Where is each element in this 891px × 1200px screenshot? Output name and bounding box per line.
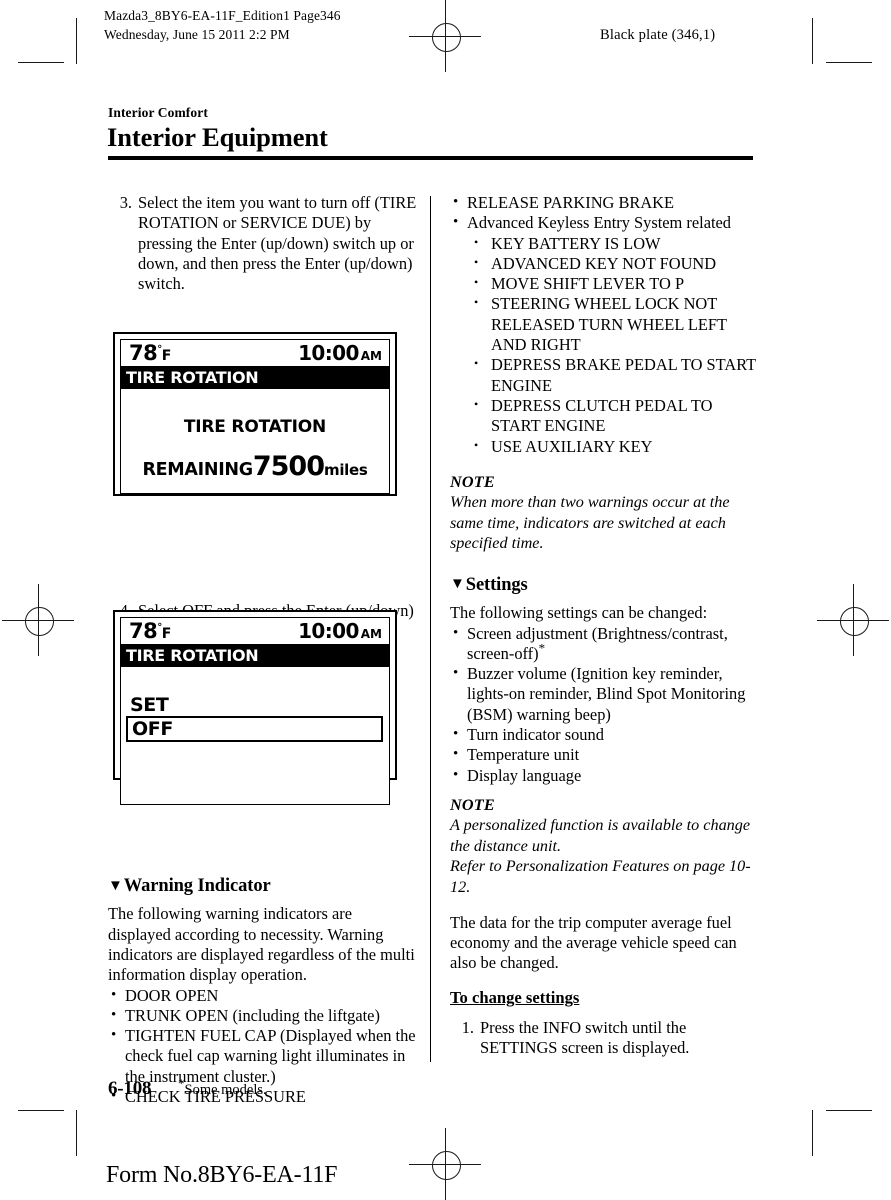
right-column: RELEASE PARKING BRAKE Advanced Keyless E…: [450, 192, 760, 1060]
mid-title-bar: TIRE ROTATION: [121, 645, 389, 667]
triangle-down-icon: ▼: [450, 576, 465, 593]
step-3-text: Select the item you want to turn off (TI…: [138, 193, 417, 294]
mid-temperature-value: 78: [129, 341, 158, 365]
mid-screen-frame: 78°F 10:00 AM TIRE ROTATION SET OFF: [120, 617, 390, 805]
page-number: 6-108: [108, 1078, 152, 1099]
running-head-right: Black plate (346,1): [600, 27, 716, 43]
chapter-kicker: Interior Comfort: [108, 105, 208, 120]
trim-mark: [18, 1110, 64, 1111]
note-2-body-line1: A personalized function is available to …: [450, 816, 751, 855]
triangle-down-icon: ▼: [108, 877, 123, 894]
manual-page: Mazda3_8BY6-EA-11F_Edition1 Page346 Wedn…: [0, 0, 891, 1200]
step-3: 3. Select the item you want to turn off …: [108, 193, 418, 294]
footnote: *Some models.: [178, 1077, 267, 1099]
mid-clock-time: 10:00: [298, 341, 359, 365]
mid-temperature-unit: F: [161, 626, 172, 642]
registration-mark-bottom-icon: [409, 1128, 481, 1200]
list-item: STEERING WHEEL LOCK NOT RELEASED TURN WH…: [471, 292, 760, 355]
list-item: MOVE SHIFT LEVER TO P: [471, 272, 760, 294]
mid-status-bar: 78°F 10:00 AM: [121, 618, 389, 645]
mid-temperature-unit: F: [161, 348, 172, 364]
mid-body: TIRE ROTATION REMAINING7500miles: [121, 389, 389, 493]
registration-mark-right-icon: [817, 584, 889, 656]
trim-mark: [812, 18, 813, 64]
list-item: TRUNK OPEN (including the liftgate): [108, 1005, 418, 1026]
column-divider: [430, 196, 431, 1062]
mid-temperature: 78°F: [129, 341, 171, 365]
mid-clock: 10:00 AM: [298, 619, 382, 643]
mid-remaining-unit: miles: [324, 461, 368, 479]
page-title: Interior Equipment: [107, 122, 328, 152]
mid-center-text: TIRE ROTATION: [183, 417, 327, 437]
footnote-text: Some models.: [184, 1082, 267, 1098]
mid-menu-item-set[interactable]: SET: [121, 694, 389, 716]
mid-temperature: 78°F: [129, 619, 171, 643]
list-item: TIGHTEN FUEL CAP (Displayed when the che…: [108, 1025, 418, 1087]
list-item: Temperature unit: [450, 744, 760, 765]
mid-remaining-row: REMAINING7500miles: [121, 437, 389, 482]
trim-mark: [18, 62, 64, 63]
trip-computer-paragraph: The data for the trip computer average f…: [450, 912, 737, 973]
registration-mark-top-icon: [409, 0, 481, 72]
mid-remaining-label: REMAINING: [142, 460, 253, 480]
asterisk-marker: *: [538, 640, 546, 656]
settings-intro: The following settings can be changed:: [450, 603, 708, 623]
list-item: Advanced Keyless Entry System related: [450, 212, 760, 233]
mid-status-bar: 78°F 10:00 AM: [121, 340, 389, 367]
step-3-number: 3.: [119, 193, 132, 212]
mid-menu-item-off-selected[interactable]: OFF: [126, 716, 383, 742]
mid-clock: 10:00 AM: [298, 341, 382, 365]
step-1-change-settings: 1. Press the INFO switch until the SETTI…: [450, 1018, 760, 1059]
list-item: DEPRESS CLUTCH PEDAL TO START ENGINE: [471, 394, 760, 437]
list-item: DEPRESS BRAKE PEDAL TO START ENGINE: [471, 353, 760, 396]
step-1-number: 1.: [461, 1017, 474, 1037]
mid-clock-ampm: AM: [360, 349, 382, 363]
list-item: Screen adjustment (Brightness/contrast, …: [450, 623, 760, 665]
warning-indicator-list-continued: RELEASE PARKING BRAKE Advanced Keyless E…: [450, 192, 760, 234]
settings-item-screen-adjustment: Screen adjustment (Brightness/contrast, …: [467, 623, 728, 663]
title-rule: [108, 156, 753, 160]
note-1-label: NOTE: [450, 472, 495, 491]
mid-clock-ampm: AM: [360, 627, 382, 641]
warning-indicator-heading: ▼Warning Indicator: [108, 876, 418, 897]
warning-indicator-intro: The following warning indicators are dis…: [108, 904, 415, 985]
mid-temperature-value: 78: [129, 619, 158, 643]
trim-mark: [76, 18, 77, 64]
trim-mark: [826, 62, 872, 63]
keyless-subitem-list: KEY BATTERY IS LOW ADVANCED KEY NOT FOUN…: [450, 232, 760, 457]
list-item: Turn indicator sound: [450, 724, 760, 745]
list-item: Display language: [450, 765, 760, 786]
mid-clock-time: 10:00: [298, 619, 359, 643]
multi-information-display-tire-rotation: 78°F 10:00 AM TIRE ROTATION TIRE ROTATION…: [113, 332, 397, 496]
to-change-settings-heading: To change settings: [450, 988, 580, 1008]
settings-heading: ▼Settings: [450, 575, 760, 596]
note-2-body-line2: Refer to Personalization Features on pag…: [450, 857, 751, 896]
list-item: DOOR OPEN: [108, 985, 418, 1006]
list-item: KEY BATTERY IS LOW: [471, 232, 760, 254]
list-item: USE AUXILIARY KEY: [471, 435, 760, 457]
running-head-left: Mazda3_8BY6-EA-11F_Edition1 Page346 Wedn…: [104, 6, 341, 44]
list-item: Buzzer volume (Ignition key reminder, li…: [450, 663, 760, 725]
settings-list: Screen adjustment (Brightness/contrast, …: [450, 623, 760, 786]
trim-mark: [812, 1110, 813, 1156]
list-item: RELEASE PARKING BRAKE: [450, 192, 760, 213]
list-item: ADVANCED KEY NOT FOUND: [471, 252, 760, 274]
running-head-date: Wednesday, June 15 2011 2:2 PM: [104, 27, 290, 42]
trim-mark: [826, 1110, 872, 1111]
step-1-text: Press the INFO switch until the SETTINGS…: [480, 1017, 690, 1058]
registration-mark-left-icon: [2, 584, 74, 656]
settings-heading-text: Settings: [465, 574, 528, 595]
multi-information-display-set-off: 78°F 10:00 AM TIRE ROTATION SET OFF: [113, 610, 397, 805]
mid-title-bar: TIRE ROTATION: [121, 367, 389, 389]
note-2-label: NOTE: [450, 795, 495, 814]
warning-indicator-heading-text: Warning Indicator: [123, 876, 271, 897]
trim-mark: [76, 1110, 77, 1156]
mid-body: SET OFF: [121, 694, 389, 804]
note-1-body: When more than two warnings occur at the…: [450, 493, 730, 553]
form-number: Form No.8BY6-EA-11F: [106, 1162, 338, 1188]
mid-remaining-value: 7500: [252, 451, 325, 482]
running-head-file: Mazda3_8BY6-EA-11F_Edition1 Page346: [104, 8, 341, 23]
mid-screen-frame: 78°F 10:00 AM TIRE ROTATION TIRE ROTATION…: [120, 339, 390, 494]
